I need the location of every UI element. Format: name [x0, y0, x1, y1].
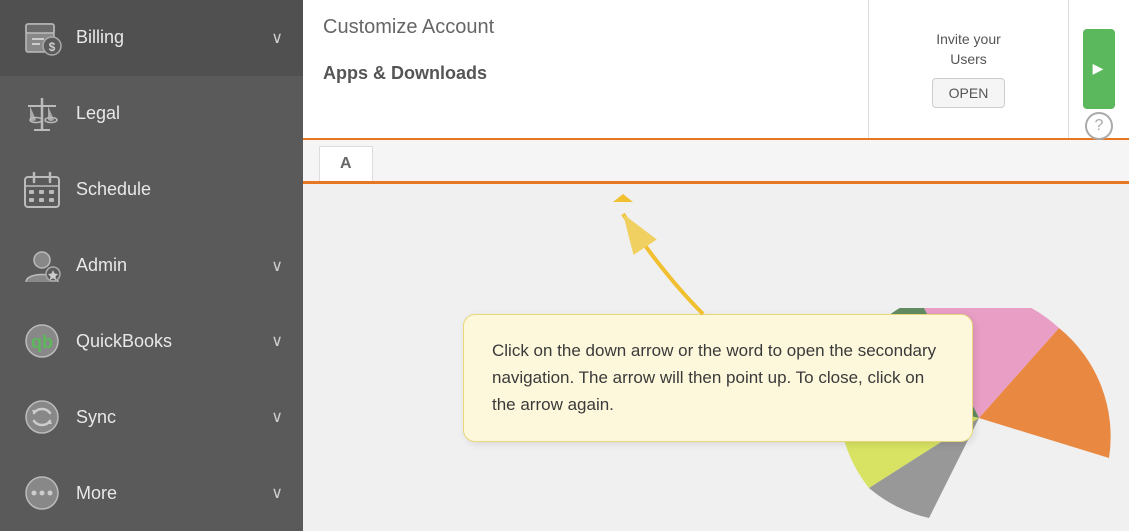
open-button[interactable]: OPEN: [932, 78, 1006, 108]
chart-area: Click on the down arrow or the word to o…: [303, 184, 1129, 528]
quickbooks-icon: qb: [20, 319, 64, 363]
quickbooks-chevron[interactable]: ∨: [271, 331, 283, 351]
invite-users-section: Invite your Users OPEN: [869, 0, 1069, 138]
tab-a[interactable]: A: [319, 146, 373, 181]
more-label: More: [76, 483, 271, 504]
more-chevron[interactable]: ∨: [271, 483, 283, 503]
legal-icon: [20, 92, 64, 136]
invite-users-text: Invite your Users: [936, 30, 1001, 69]
schedule-icon: [20, 168, 64, 212]
legal-label: Legal: [76, 103, 283, 124]
sync-chevron[interactable]: ∨: [271, 407, 283, 427]
sidebar-item-schedule[interactable]: Schedule: [0, 152, 303, 228]
green-action-button[interactable]: ▶: [1083, 29, 1115, 109]
main-content: Customize Account Apps & Downloads Invit…: [303, 0, 1129, 531]
sidebar-item-more[interactable]: More ∨: [0, 455, 303, 531]
customize-account-section: Customize Account Apps & Downloads: [303, 0, 869, 138]
admin-chevron[interactable]: ∨: [271, 256, 283, 276]
help-icon[interactable]: ?: [1085, 112, 1113, 140]
sidebar-item-billing[interactable]: $ Billing ∨: [0, 0, 303, 76]
admin-icon: [20, 244, 64, 288]
billing-chevron[interactable]: ∨: [271, 28, 283, 48]
sidebar: $ Billing ∨ Legal: [0, 0, 303, 531]
quickbooks-label: QuickBooks: [76, 331, 271, 352]
admin-label: Admin: [76, 255, 271, 276]
svg-text:qb: qb: [31, 332, 53, 352]
tab-row: A: [303, 140, 1129, 184]
customize-account-title: Customize Account: [323, 16, 494, 38]
callout-tooltip: Click on the down arrow or the word to o…: [463, 314, 973, 442]
sync-label: Sync: [76, 407, 271, 428]
sidebar-item-legal[interactable]: Legal: [0, 76, 303, 152]
callout-text: Click on the down arrow or the word to o…: [492, 341, 936, 414]
schedule-label: Schedule: [76, 179, 283, 200]
sidebar-item-quickbooks[interactable]: qb QuickBooks ∨: [0, 303, 303, 379]
sidebar-item-admin[interactable]: Admin ∨: [0, 228, 303, 304]
more-icon: [20, 471, 64, 515]
top-content-area: Customize Account Apps & Downloads Invit…: [303, 0, 1129, 140]
billing-label: Billing: [76, 27, 271, 48]
svg-text:$: $: [49, 40, 56, 54]
apps-downloads-title: Apps & Downloads: [323, 63, 848, 84]
sync-icon: [20, 395, 64, 439]
billing-icon: $: [20, 16, 64, 60]
arrow-graphic: [603, 194, 763, 329]
sidebar-item-sync[interactable]: Sync ∨: [0, 379, 303, 455]
